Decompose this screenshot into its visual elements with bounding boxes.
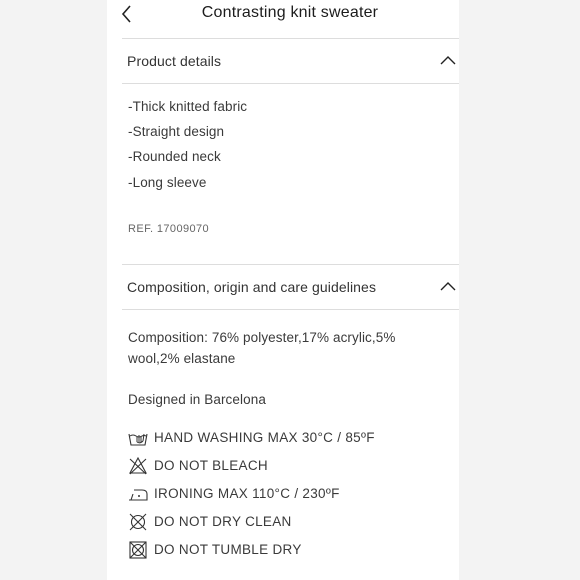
care-text: DO NOT DRY CLEAN <box>154 514 292 529</box>
care-text: HAND WASHING MAX 30°C / 85ºF <box>154 430 375 445</box>
care-item: HAND WASHING MAX 30°C / 85ºF <box>128 429 448 449</box>
hand-wash-icon <box>128 433 148 446</box>
care-item: DO NOT DRY CLEAN <box>128 513 448 533</box>
iron-icon <box>129 489 148 501</box>
care-text: DO NOT BLEACH <box>154 458 268 473</box>
detail-line: -Long sleeve <box>128 175 207 190</box>
no-tumble-dry-icon <box>129 541 147 559</box>
reference-number: REF. 17009070 <box>128 223 210 235</box>
care-text: IRONING MAX 110°C / 230ºF <box>154 486 340 501</box>
origin-text: Designed in Barcelona <box>128 392 266 407</box>
care-text: DO NOT TUMBLE DRY <box>154 542 302 557</box>
care-item: DO NOT TUMBLE DRY <box>128 541 448 561</box>
no-bleach-icon <box>129 457 147 475</box>
section-label: Composition, origin and care guidelines <box>127 279 377 295</box>
care-item: IRONING MAX 110°C / 230ºF <box>128 485 448 505</box>
chevron-left-icon <box>121 5 131 23</box>
product-details-toggle[interactable]: Product details <box>122 39 459 83</box>
no-dry-clean-icon <box>129 513 147 531</box>
chevron-up-icon <box>440 56 456 65</box>
divider <box>122 83 459 84</box>
care-item: DO NOT BLEACH <box>128 457 448 477</box>
composition-toggle[interactable]: Composition, origin and care guidelines <box>122 265 459 309</box>
detail-line: -Thick knitted fabric <box>128 99 248 114</box>
divider <box>122 309 459 310</box>
detail-line: -Straight design <box>128 124 225 139</box>
composition-text: Composition: 76% polyester,17% acrylic,5… <box>128 330 396 366</box>
chevron-up-icon <box>440 282 456 291</box>
detail-line: -Rounded neck <box>128 149 221 164</box>
section-label: Product details <box>127 53 222 69</box>
page-title: Contrasting knit sweater <box>201 4 379 21</box>
back-button[interactable] <box>118 3 136 25</box>
